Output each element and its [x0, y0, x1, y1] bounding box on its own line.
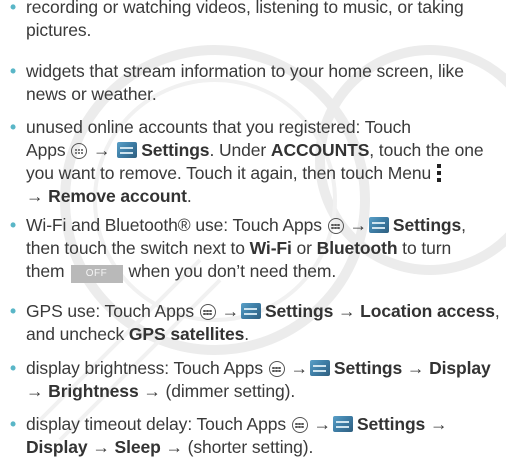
settings-icon [240, 303, 261, 319]
arrow: → [290, 358, 309, 378]
text: Wi-Fi and Bluetooth® use: Touch Apps [26, 215, 322, 235]
display-label: Display [429, 358, 491, 378]
line: widgets that stream information to your … [26, 61, 464, 81]
bullet: • [10, 117, 17, 137]
wifi-label: Wi-Fi [249, 238, 292, 258]
settings-label: Settings [141, 140, 210, 160]
bullet: • [10, 61, 17, 81]
settings-icon [332, 416, 353, 432]
bullet: • [10, 414, 17, 434]
apps-icon [327, 218, 344, 234]
location-access-label: Location access [360, 301, 495, 321]
gps-satellites-label: GPS satellites [128, 324, 245, 344]
text: and uncheck [26, 324, 129, 344]
text: display timeout delay: Touch Apps [26, 414, 287, 434]
list-item: • widgets that stream information to you… [10, 60, 504, 106]
text: then touch the switch next to [26, 238, 250, 258]
text: GPS use: Touch Apps [26, 301, 195, 321]
settings-label: Settings [333, 358, 403, 378]
text: . [244, 324, 249, 344]
arrow: → [313, 414, 332, 434]
brightness-label: Brightness [48, 381, 139, 401]
arrow: → [26, 381, 49, 401]
bullet: • [10, 215, 17, 235]
text: , [461, 215, 466, 235]
list-item: • GPS use: Touch Apps → Settings → Locati… [10, 300, 504, 346]
line: unused online accounts that you register… [26, 117, 411, 137]
text: , touch the one [369, 140, 484, 160]
line: news or weather. [26, 84, 157, 104]
text: , [494, 301, 500, 321]
arrow: → [221, 301, 240, 321]
arrow: → [26, 186, 49, 206]
remove-account-label: Remove account [48, 186, 187, 206]
display-label: Display [26, 437, 88, 457]
list-item: • recording or watching videos, listenin… [10, 0, 504, 42]
text: to turn [397, 238, 452, 258]
text: . [186, 186, 192, 206]
settings-label: Settings [392, 215, 462, 235]
text: when you don’t need them. [128, 261, 337, 281]
list-item: • display brightness: Touch Apps → Settin… [10, 357, 504, 403]
sleep-label: Sleep [114, 437, 161, 457]
bullet: • [10, 301, 17, 321]
apps-icon [199, 304, 216, 320]
text: . Under [209, 140, 271, 160]
list-item: • display timeout delay: Touch Apps → Set… [10, 413, 504, 459]
settings-label: Settings [264, 301, 334, 321]
bullet: • [10, 0, 17, 17]
apps-label: Apps [26, 140, 66, 160]
list-item: • Wi-Fi and Bluetooth® use: Touch Apps →… [10, 214, 504, 283]
line: you want to remove. Touch it again, then… [26, 163, 432, 183]
settings-icon [309, 360, 330, 376]
settings-icon [117, 142, 138, 158]
apps-icon [291, 417, 308, 433]
text: them [26, 261, 65, 281]
apps-icon [71, 143, 88, 159]
text: or [291, 238, 317, 258]
settings-label: Settings [356, 414, 426, 434]
accounts-label: ACCOUNTS [270, 140, 370, 160]
settings-icon [368, 217, 389, 233]
bluetooth-label: Bluetooth [316, 238, 398, 258]
line: pictures. [26, 20, 92, 40]
arrow: → [425, 414, 448, 434]
arrow: → [87, 437, 115, 457]
menu-icon [437, 164, 442, 182]
apps-icon [268, 361, 285, 377]
line: recording or watching videos, listening … [26, 0, 464, 17]
arrow: → [333, 301, 361, 321]
arrow: → [402, 358, 430, 378]
text: → (shorter setting). [160, 437, 314, 457]
list-item: • unused online accounts that you regist… [10, 117, 484, 206]
text: → (dimmer setting). [138, 381, 296, 401]
bullet: • [10, 358, 17, 378]
arrow: → [349, 215, 367, 235]
off-switch: OFF [70, 265, 123, 283]
text: display brightness: Touch Apps [26, 358, 263, 378]
